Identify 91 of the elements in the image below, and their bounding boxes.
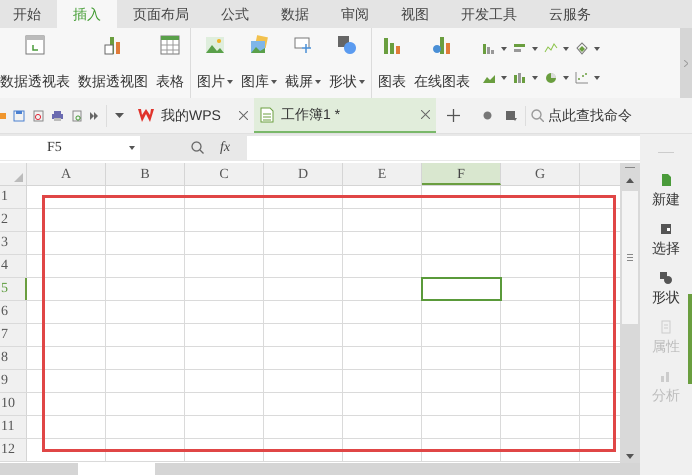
caret-icon (271, 80, 277, 84)
active-cell[interactable] (422, 278, 501, 300)
caret-icon (129, 146, 135, 150)
table-icon (159, 34, 181, 56)
row-header[interactable]: 10 (0, 393, 27, 415)
side-panel-button[interactable]: 形状 (652, 271, 680, 308)
print-icon[interactable] (51, 110, 64, 122)
column-header[interactable]: C (185, 163, 264, 185)
column-header[interactable]: B (106, 163, 185, 185)
document-tab[interactable]: 工作簿1 * (254, 98, 436, 133)
name-box[interactable]: F5 (0, 136, 140, 160)
ribbon-button[interactable]: 形状 (329, 34, 365, 92)
menu-tab[interactable]: 视图 (385, 0, 445, 28)
spreadsheet-file-icon (260, 106, 274, 122)
close-icon[interactable] (239, 111, 248, 120)
row-header[interactable]: 12 (0, 439, 27, 461)
caret-icon (594, 46, 600, 50)
ribbon-button[interactable]: 图库 (241, 34, 277, 92)
properties-icon (659, 320, 673, 334)
caret-icon (315, 80, 321, 84)
new-file-icon (659, 173, 673, 187)
chart-type-icon[interactable] (575, 42, 589, 56)
chart-type-icon[interactable] (544, 70, 558, 84)
gallery-icon (248, 34, 270, 56)
formula-input-field[interactable] (247, 136, 640, 160)
menu-tab[interactable]: 审阅 (325, 0, 385, 28)
function-button[interactable]: fx (220, 137, 230, 158)
close-icon[interactable] (421, 110, 430, 119)
vertical-scrollbar[interactable] (620, 163, 640, 463)
caret-icon (359, 80, 365, 84)
print-preview-icon[interactable] (71, 110, 83, 122)
row-header[interactable]: 1 (0, 186, 27, 208)
chart-type-icon[interactable] (513, 70, 527, 84)
row-header[interactable]: 9 (0, 370, 27, 392)
ribbon-button[interactable]: 表格 (156, 34, 184, 92)
row-header[interactable]: 4 (0, 255, 27, 277)
search-icon (531, 109, 544, 122)
menu-tab[interactable]: 开发工具 (445, 0, 533, 28)
caret-icon (532, 76, 538, 80)
shapes-icon (659, 271, 673, 285)
menu-tab[interactable]: 数据 (265, 0, 325, 28)
chart-type-icon[interactable] (482, 42, 496, 56)
save-icon[interactable] (13, 110, 25, 122)
column-header[interactable]: G (501, 163, 580, 185)
ribbon-button[interactable]: 数据透视图 (78, 34, 148, 92)
select-icon (659, 222, 673, 236)
menu-tab[interactable]: 页面布局 (117, 0, 205, 28)
caret-icon (227, 80, 233, 84)
scroll-up-icon[interactable] (626, 178, 634, 183)
chevron-right-icon (684, 60, 688, 66)
grip-icon (627, 254, 633, 261)
row-header[interactable]: 7 (0, 324, 27, 346)
scroll-down-icon[interactable] (626, 454, 634, 459)
side-panel-button[interactable]: 选择 (652, 222, 680, 259)
row-header[interactable]: 3 (0, 232, 27, 254)
row-header[interactable]: 6 (0, 301, 27, 323)
ribbon-button[interactable]: 数据透视表 (0, 34, 70, 92)
column-header[interactable]: D (264, 163, 343, 185)
scroll-thumb[interactable] (622, 191, 638, 324)
image-icon (204, 34, 226, 56)
row-header[interactable]: 11 (0, 416, 27, 438)
menu-tab[interactable]: 公式 (205, 0, 265, 28)
caret-icon (563, 46, 569, 50)
dropdown-arrow-icon[interactable] (115, 113, 124, 118)
side-panel-button[interactable]: 新建 (652, 173, 680, 210)
menu-tab[interactable]: 云服务 (533, 0, 607, 28)
menu-tab[interactable]: 开始 (0, 0, 57, 28)
row-header[interactable]: 2 (0, 209, 27, 231)
caret-icon (501, 76, 507, 80)
zoom-icon[interactable] (191, 141, 204, 154)
column-header[interactable]: A (27, 163, 106, 185)
online-chart-icon (431, 34, 453, 56)
add-tab-icon[interactable] (447, 109, 460, 122)
caret-icon (594, 76, 600, 80)
document-tab-label: 工作簿1 * (281, 105, 340, 124)
ribbon-button[interactable]: 在线图表 (414, 34, 470, 92)
ribbon-button[interactable]: 图片 (197, 34, 233, 92)
double-chevron-icon[interactable] (90, 112, 98, 120)
ribbon-button[interactable]: 截屏 (285, 34, 321, 92)
caret-icon (501, 46, 507, 50)
document-tab-label: 我的WPS (161, 106, 221, 125)
command-search-field[interactable]: 点此查找命令 (531, 105, 638, 126)
shapes-icon (336, 34, 358, 56)
column-header[interactable]: F (422, 163, 501, 185)
caret-icon (532, 46, 538, 50)
caret-icon (563, 76, 569, 80)
pivot-table-icon (24, 34, 46, 56)
chart-type-icon[interactable] (575, 70, 589, 84)
ribbon-button[interactable]: 图表 (378, 34, 406, 92)
row-header[interactable]: 8 (0, 347, 27, 369)
wps-logo-icon (138, 109, 154, 122)
